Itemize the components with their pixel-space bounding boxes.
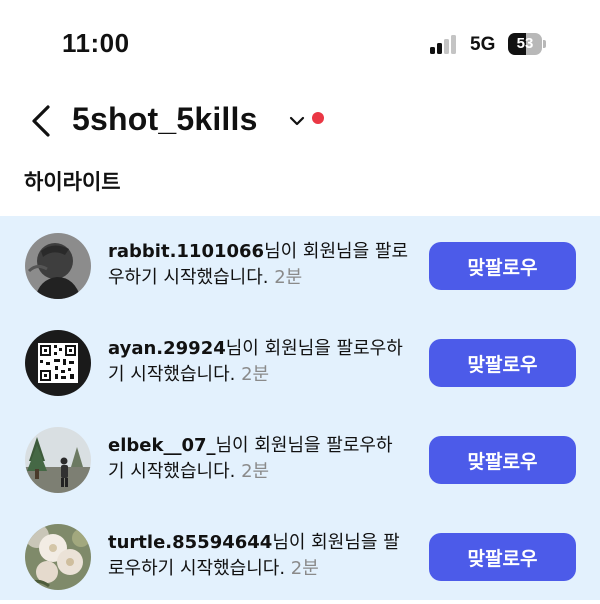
time-ago: 2분 xyxy=(290,558,319,579)
follow-back-button[interactable]: 맞팔로우 xyxy=(429,339,576,387)
notification-text: turtle.85594644님이 회원님을 팔로우하기 시작했습니다. 2분 xyxy=(108,530,408,582)
username-link[interactable]: ayan.29924 xyxy=(108,338,226,359)
avatar[interactable] xyxy=(25,233,91,299)
battery-tip xyxy=(543,40,546,48)
avatar[interactable] xyxy=(25,524,91,590)
time-ago: 2분 xyxy=(241,364,270,385)
avatar-image xyxy=(25,233,91,299)
battery-icon: 53 xyxy=(508,33,546,55)
avatar-image xyxy=(25,427,91,493)
notification-dot xyxy=(312,112,324,124)
username-link[interactable]: turtle.85594644 xyxy=(108,532,272,553)
signal-bar xyxy=(430,47,435,54)
list-item[interactable]: ayan.29924님이 회원님을 팔로우하기 시작했습니다. 2분 맞팔로우 xyxy=(0,313,600,410)
header: 5shot_5kills xyxy=(0,95,600,151)
network-type: 5G xyxy=(470,34,496,55)
list-item[interactable]: elbek__07_님이 회원님을 팔로우하기 시작했습니다. 2분 맞팔로우 xyxy=(0,410,600,507)
follow-back-button[interactable]: 맞팔로우 xyxy=(429,533,576,581)
avatar[interactable] xyxy=(25,427,91,493)
notification-text: ayan.29924님이 회원님을 팔로우하기 시작했습니다. 2분 xyxy=(108,336,408,388)
page-title[interactable]: 5shot_5kills xyxy=(72,101,258,138)
back-button[interactable] xyxy=(24,99,60,143)
signal-bar xyxy=(437,43,442,54)
qr-code-avatar-image xyxy=(25,330,91,396)
time-ago: 2분 xyxy=(241,461,270,482)
avatar[interactable] xyxy=(25,330,91,396)
signal-bar xyxy=(444,39,449,54)
list-item[interactable]: turtle.85594644님이 회원님을 팔로우하기 시작했습니다. 2분 … xyxy=(0,507,600,604)
notification-text: rabbit.1101066님이 회원님을 팔로우하기 시작했습니다. 2분 xyxy=(108,239,408,291)
status-time: 11:00 xyxy=(62,28,130,58)
follow-back-button[interactable]: 맞팔로우 xyxy=(429,436,576,484)
signal-bar xyxy=(451,35,456,54)
battery-body: 53 xyxy=(508,33,542,55)
account-switcher-button[interactable] xyxy=(288,113,306,127)
notification-text: elbek__07_님이 회원님을 팔로우하기 시작했습니다. 2분 xyxy=(108,433,408,485)
highlight-list: rabbit.1101066님이 회원님을 팔로우하기 시작했습니다. 2분 맞… xyxy=(0,216,600,600)
chevron-left-icon xyxy=(32,105,50,137)
avatar-image xyxy=(25,524,91,590)
username-link[interactable]: rabbit.1101066 xyxy=(108,241,264,262)
follow-back-button[interactable]: 맞팔로우 xyxy=(429,242,576,290)
status-bar: 11:00 5G 53 xyxy=(0,0,600,90)
section-title: 하이라이트 xyxy=(24,170,121,194)
chevron-down-icon xyxy=(289,116,305,126)
battery-percent: 53 xyxy=(516,35,534,52)
time-ago: 2분 xyxy=(274,267,303,288)
cellular-signal-icon xyxy=(430,34,462,54)
list-item[interactable]: rabbit.1101066님이 회원님을 팔로우하기 시작했습니다. 2분 맞… xyxy=(0,216,600,313)
username-link[interactable]: elbek__07_ xyxy=(108,435,216,456)
